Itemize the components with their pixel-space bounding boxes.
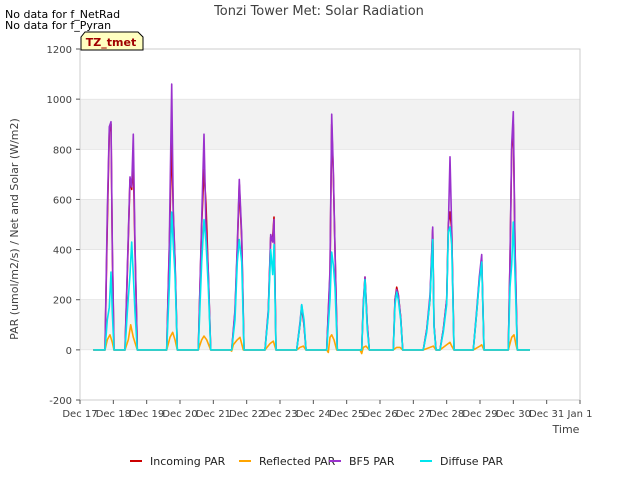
y-tick-label: -200 [49, 396, 72, 407]
y-tick-label: 200 [53, 296, 72, 307]
x-tick-label: Dec 17 [62, 409, 97, 420]
x-axis-label: Time [552, 423, 580, 436]
y-tick-label: 1000 [47, 95, 72, 106]
x-tick-label: Dec 26 [362, 409, 397, 420]
x-tick-label: Dec 19 [129, 409, 164, 420]
legend-label: Diffuse PAR [440, 455, 504, 468]
chart-svg: Tonzi Tower Met: Solar Radiation Dec 17D… [8, 4, 592, 468]
y-axis-label: PAR (umol/m2/s) / Net and Solar (W/m2) [8, 118, 21, 340]
x-tick-label: Dec 30 [496, 409, 531, 420]
x-tick-label: Dec 23 [262, 409, 297, 420]
x-tick-label: Jan 1 [567, 409, 593, 420]
legend-label: BF5 PAR [349, 455, 395, 468]
chart-title: Tonzi Tower Met: Solar Radiation [213, 4, 424, 19]
y-tick-label: 0 [66, 346, 72, 357]
x-tick-label: Dec 31 [529, 409, 564, 420]
legend-label: Incoming PAR [150, 455, 226, 468]
x-tick-label: Dec 28 [429, 409, 464, 420]
x-tick-label: Dec 18 [96, 409, 131, 420]
chart-figure: No data for f_NetRad No data for f_Pyran… [0, 0, 640, 480]
y-tick-label: 600 [53, 195, 72, 206]
x-tick-label: Dec 22 [229, 409, 264, 420]
no-data-note-pyran: No data for f_Pyran [5, 19, 112, 32]
badge: TZ_tmet [80, 31, 144, 51]
x-tick-label: Dec 24 [296, 409, 331, 420]
x-tick-label: Dec 21 [196, 409, 231, 420]
x-tick-label: Dec 25 [329, 409, 364, 420]
legend-label: Reflected PAR [259, 455, 336, 468]
y-tick-label: 1200 [47, 45, 72, 56]
x-axis-ticks: Dec 17Dec 18Dec 19Dec 20Dec 21Dec 22Dec … [62, 400, 592, 420]
badge-label: TZ_tmet [86, 36, 136, 49]
y-axis-ticks: -200 0 200 400 600 800 1000 1200 [47, 45, 80, 407]
legend: Incoming PAR Reflected PAR BF5 PAR Diffuse … [130, 455, 504, 468]
y-tick-label: 400 [53, 246, 72, 257]
y-tick-label: 800 [53, 145, 72, 156]
x-tick-label: Dec 20 [162, 409, 197, 420]
grid-band [80, 99, 580, 150]
x-tick-label: Dec 29 [462, 409, 497, 420]
x-tick-label: Dec 27 [396, 409, 431, 420]
